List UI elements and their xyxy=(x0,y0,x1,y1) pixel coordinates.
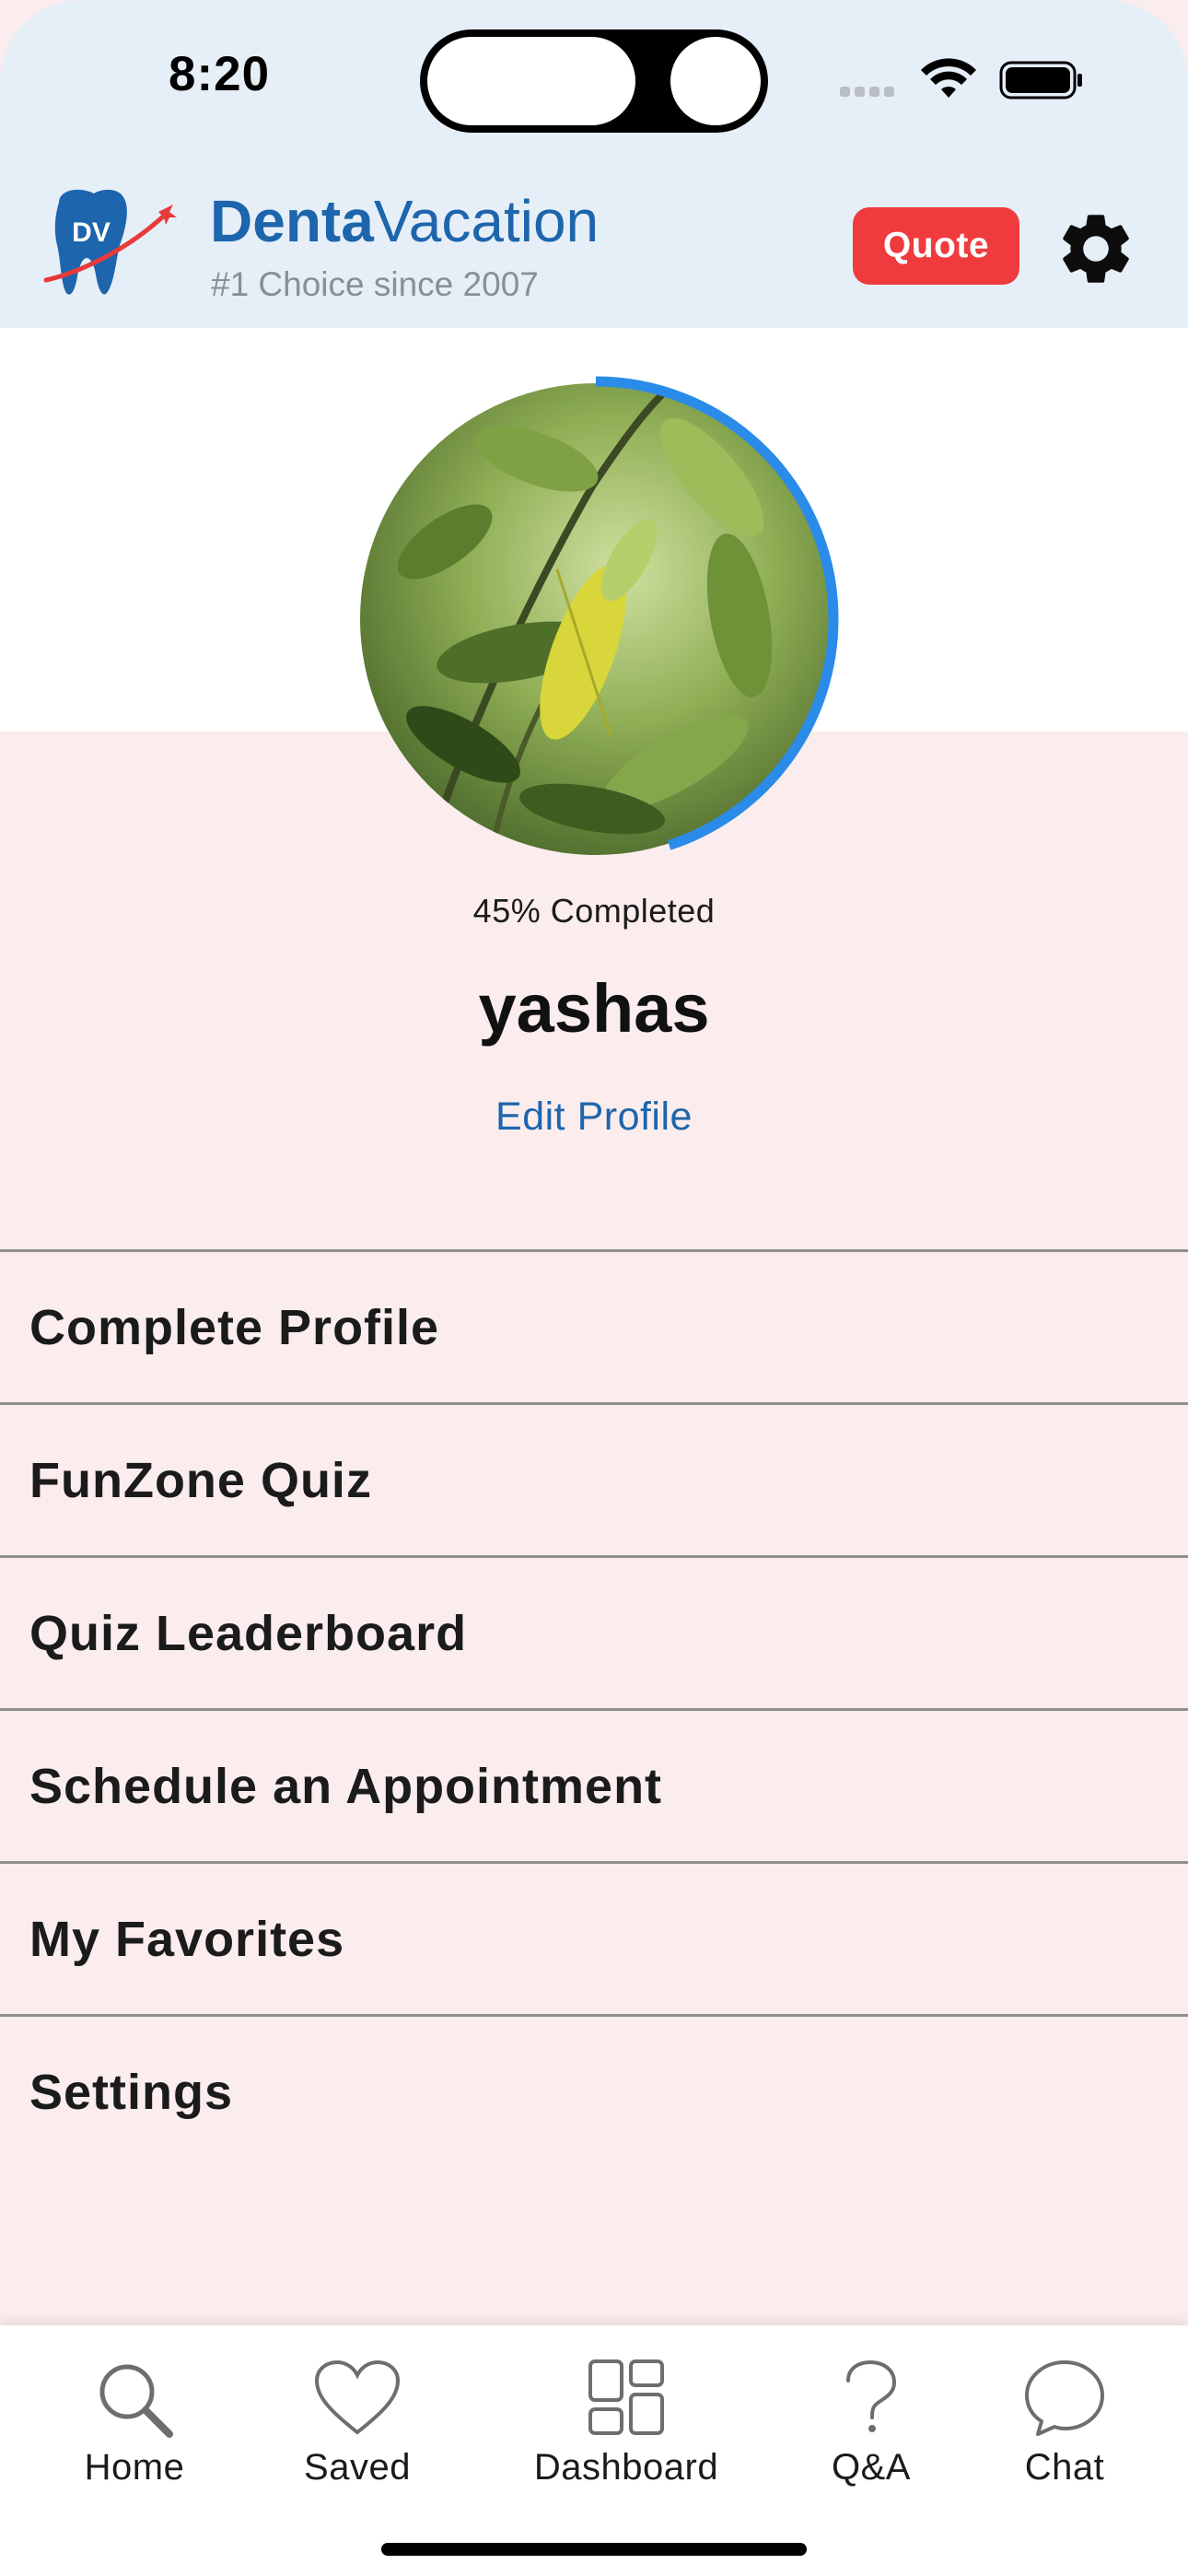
brand-tagline: #1 Choice since 2007 xyxy=(211,265,539,303)
edit-profile-link[interactable]: Edit Profile xyxy=(0,1095,1188,1140)
tab-qa[interactable]: Q&A xyxy=(761,2325,982,2510)
menu-item-funzone-quiz[interactable]: FunZone Quiz xyxy=(0,1402,1188,1555)
menu-item-schedule-appointment[interactable]: Schedule an Appointment xyxy=(0,1708,1188,1861)
tab-qa-label: Q&A xyxy=(832,2447,911,2488)
app-header: 8:20 DV DentaVacation #1 Choice since 20… xyxy=(0,0,1188,328)
tab-dashboard-label: Dashboard xyxy=(533,2447,719,2488)
dashboard-icon xyxy=(588,2359,664,2435)
profile-username: yashas xyxy=(478,970,710,1047)
bottom-tab-bar: Home Saved Dashboard Q&A Chat xyxy=(0,2325,1188,2576)
gear-icon[interactable] xyxy=(1054,206,1138,291)
profile-completion-text: 45% Completed xyxy=(472,892,716,930)
tab-saved[interactable]: Saved xyxy=(247,2325,468,2510)
question-icon xyxy=(846,2359,897,2432)
menu-item-quiz-leaderboard[interactable]: Quiz Leaderboard xyxy=(0,1555,1188,1708)
tab-chat-label: Chat xyxy=(1024,2447,1105,2488)
tab-saved-label: Saved xyxy=(304,2447,411,2488)
brand-name-bold: Denta xyxy=(210,188,374,254)
cellular-signal-icon xyxy=(840,85,899,101)
dynamic-island xyxy=(420,29,768,133)
menu-item-complete-profile[interactable]: Complete Profile xyxy=(0,1249,1188,1402)
svg-text:DV: DV xyxy=(72,217,111,248)
status-time: 8:20 xyxy=(169,47,271,101)
heart-icon xyxy=(314,2359,401,2435)
home-indicator[interactable] xyxy=(381,2543,807,2556)
tab-dashboard[interactable]: Dashboard xyxy=(516,2325,737,2510)
profile-menu: Complete Profile FunZone Quiz Quiz Leade… xyxy=(0,1249,1188,2167)
avatar[interactable] xyxy=(353,376,839,862)
tab-home[interactable]: Home xyxy=(24,2325,245,2510)
brand-name-light: Vacation xyxy=(373,188,600,254)
quote-button[interactable]: Quote xyxy=(853,207,1019,285)
menu-item-settings[interactable]: Settings xyxy=(0,2014,1188,2167)
tab-chat[interactable]: Chat xyxy=(954,2325,1175,2510)
battery-icon xyxy=(999,61,1082,100)
chat-bubble-icon xyxy=(1025,2360,1104,2436)
brand-name: DentaVacation xyxy=(210,192,599,251)
menu-item-my-favorites[interactable]: My Favorites xyxy=(0,1861,1188,2014)
search-icon xyxy=(99,2364,173,2438)
tab-home-label: Home xyxy=(84,2447,185,2488)
dentavacation-logo-icon: DV xyxy=(43,189,177,295)
wifi-icon xyxy=(921,58,976,98)
